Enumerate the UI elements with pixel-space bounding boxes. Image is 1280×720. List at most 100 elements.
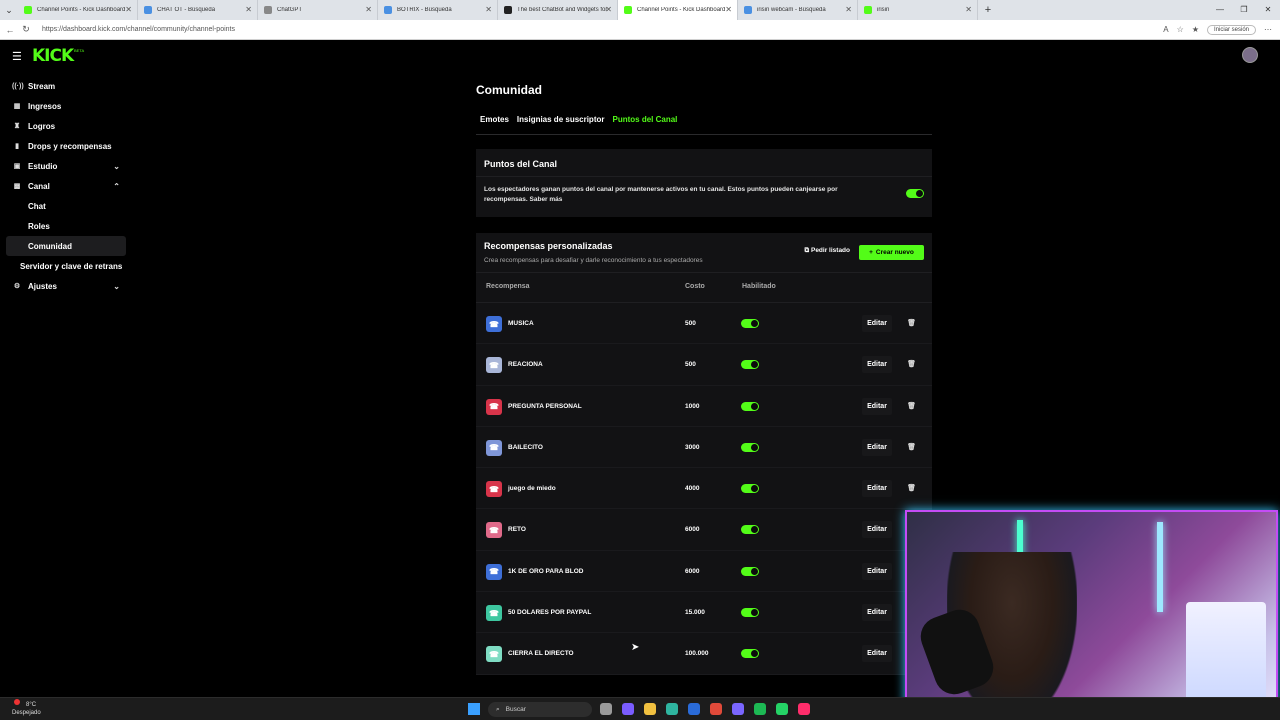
sidebar-item-ingresos[interactable]: ▦ Ingresos bbox=[6, 96, 126, 116]
collections-icon[interactable]: ★ bbox=[1192, 25, 1199, 34]
create-new-button[interactable]: + Crear nuevo bbox=[859, 245, 924, 260]
taskbar-app-icon[interactable] bbox=[776, 703, 788, 715]
taskbar-app-icon[interactable] bbox=[622, 703, 634, 715]
tab-emotes[interactable]: Emotes bbox=[480, 115, 509, 134]
hamburger-menu-icon[interactable]: ☰ bbox=[12, 50, 22, 63]
reward-enabled-toggle[interactable] bbox=[741, 608, 759, 618]
edit-button[interactable]: Editar bbox=[862, 521, 892, 539]
browser-tab[interactable]: CHAT OT - Búsqueda ✕ bbox=[138, 0, 258, 20]
close-tab-icon[interactable]: ✕ bbox=[725, 5, 732, 14]
taskbar-app-icon[interactable] bbox=[798, 703, 810, 715]
windows-start-icon[interactable] bbox=[468, 703, 480, 715]
reward-enabled-toggle[interactable] bbox=[741, 360, 759, 370]
reward-cost: 500 bbox=[685, 361, 696, 369]
refresh-icon[interactable]: ↻ bbox=[20, 24, 32, 35]
reward-name: MUSICA bbox=[508, 320, 534, 327]
taskbar-app-icon[interactable] bbox=[644, 703, 656, 715]
new-tab-button[interactable]: + bbox=[978, 4, 998, 16]
taskbar-app-icon[interactable] bbox=[600, 703, 612, 715]
edit-button[interactable]: Editar bbox=[862, 438, 892, 456]
reward-enabled-toggle[interactable] bbox=[741, 649, 759, 659]
request-list-button[interactable]: ⧉ Pedir listado bbox=[805, 247, 850, 255]
tab-title: irisin bbox=[877, 7, 890, 13]
sidebar-item-estudio[interactable]: ▣ Estudio ⌄ bbox=[6, 156, 126, 176]
channel-points-toggle[interactable] bbox=[906, 189, 924, 198]
url-input[interactable]: https://dashboard.kick.com/channel/commu… bbox=[42, 26, 1163, 33]
trash-icon[interactable]: 🗑 bbox=[907, 319, 916, 327]
custom-rewards-card: Recompensas personalizadas Crea recompen… bbox=[476, 233, 932, 675]
sidebar-item-label: Chat bbox=[28, 201, 46, 211]
edit-button[interactable]: Editar bbox=[862, 604, 892, 622]
tab-puntos-del-canal[interactable]: Puntos del Canal bbox=[612, 115, 677, 134]
tab-insignias-de-suscriptor[interactable]: Insignias de suscriptor bbox=[517, 115, 605, 134]
tab-title: The best ChatBot and Widgets for bbox=[517, 7, 608, 13]
reward-enabled-toggle[interactable] bbox=[741, 566, 759, 576]
close-tab-icon[interactable]: ✕ bbox=[845, 5, 852, 14]
tab-title: irisin webcam - Búsqueda bbox=[757, 7, 826, 13]
sidebar-item-logros[interactable]: ♜ Logros bbox=[6, 116, 126, 136]
reward-enabled-toggle[interactable] bbox=[741, 484, 759, 494]
channel-icon: ▩ bbox=[13, 183, 21, 190]
favorite-icon[interactable]: ☆ bbox=[1177, 25, 1184, 34]
browser-tab[interactable]: The best ChatBot and Widgets for ✕ bbox=[498, 0, 618, 20]
sidebar-item-settings[interactable]: ⚙ Ajustes ⌄ bbox=[6, 276, 126, 296]
minimize-icon[interactable]: — bbox=[1208, 0, 1232, 20]
close-tab-icon[interactable]: ✕ bbox=[245, 5, 252, 14]
close-tab-icon[interactable]: ✕ bbox=[485, 5, 492, 14]
sidebar-item-chat[interactable]: Chat bbox=[6, 196, 126, 216]
edit-button[interactable]: Editar bbox=[862, 356, 892, 374]
sidebar-item-drops[interactable]: ▮ Drops y recompensas bbox=[6, 136, 126, 156]
rewards-subtitle: Crea recompensas para desafiar y darle r… bbox=[484, 257, 703, 264]
signin-button[interactable]: Iniciar sesión bbox=[1206, 24, 1256, 35]
edit-button[interactable]: Editar bbox=[862, 397, 892, 415]
weather-widget[interactable]: 8°C Despejado bbox=[12, 701, 41, 717]
close-window-icon[interactable]: ✕ bbox=[1256, 0, 1280, 20]
browser-tab[interactable]: Channel Points - Kick Dashboard ✕ bbox=[18, 0, 138, 20]
trash-icon[interactable]: 🗑 bbox=[907, 443, 916, 451]
edit-button[interactable]: Editar bbox=[862, 315, 892, 332]
sidebar-item-roles[interactable]: Roles bbox=[6, 216, 126, 236]
sidebar-item-canal[interactable]: ▩ Canal ⌃ bbox=[6, 176, 126, 196]
maximize-icon[interactable]: ❐ bbox=[1232, 0, 1256, 20]
sidebar-item-server-key[interactable]: Servidor y clave de retrans bbox=[6, 256, 126, 276]
close-tab-icon[interactable]: ✕ bbox=[965, 5, 972, 14]
browser-tab[interactable]: Channel Points - Kick Dashboard ✕ bbox=[618, 0, 738, 20]
sidebar-item-comunidad[interactable]: Comunidad bbox=[6, 236, 126, 256]
close-tab-icon[interactable]: ✕ bbox=[605, 5, 612, 14]
sidebar-item-stream[interactable]: ((·)) Stream bbox=[6, 76, 126, 96]
edit-button[interactable]: Editar bbox=[862, 480, 892, 498]
edit-button[interactable]: Editar bbox=[862, 562, 892, 580]
sidebar: ((·)) Stream ▦ Ingresos ♜ Logros ▮ Drops y reco… bbox=[6, 76, 126, 296]
reward-enabled-toggle[interactable] bbox=[741, 442, 759, 452]
taskbar-search[interactable]: ⌕ Buscar bbox=[488, 702, 592, 717]
tab-menu-icon[interactable]: ⌄ bbox=[0, 5, 18, 16]
browser-tab[interactable]: irisin webcam - Búsqueda ✕ bbox=[738, 0, 858, 20]
taskbar-app-icon[interactable] bbox=[754, 703, 766, 715]
tab-favicon-icon bbox=[384, 6, 392, 14]
read-aloud-icon[interactable]: A bbox=[1163, 25, 1168, 34]
trash-icon[interactable]: 🗑 bbox=[907, 484, 916, 492]
browser-tab-strip: ⌄ Channel Points - Kick Dashboard ✕ CHAT O… bbox=[0, 0, 1280, 20]
browser-tab[interactable]: ChatGPT ✕ bbox=[258, 0, 378, 20]
taskbar-app-icon[interactable] bbox=[666, 703, 678, 715]
reward-enabled-toggle[interactable] bbox=[741, 525, 759, 535]
edit-button[interactable]: Editar bbox=[862, 645, 892, 663]
taskbar-app-icon[interactable] bbox=[688, 703, 700, 715]
taskbar-app-icon[interactable] bbox=[710, 703, 722, 715]
reward-enabled-toggle[interactable] bbox=[741, 319, 759, 328]
trash-icon[interactable]: 🗑 bbox=[907, 360, 916, 368]
avatar[interactable] bbox=[1242, 47, 1258, 63]
kick-logo[interactable]: KICK bbox=[32, 46, 74, 66]
browser-tab[interactable]: BOTRIX - Búsqueda ✕ bbox=[378, 0, 498, 20]
reward-enabled-toggle[interactable] bbox=[741, 401, 759, 411]
taskbar-app-icon[interactable] bbox=[732, 703, 744, 715]
trash-icon[interactable]: 🗑 bbox=[907, 402, 916, 410]
close-tab-icon[interactable]: ✕ bbox=[365, 5, 372, 14]
reward-name: juego de miedo bbox=[508, 485, 556, 493]
close-tab-icon[interactable]: ✕ bbox=[125, 5, 132, 14]
chevron-icon: ⌃ bbox=[113, 181, 120, 191]
more-icon[interactable]: ⋯ bbox=[1264, 25, 1272, 34]
channel-points-title: Puntos del Canal bbox=[476, 149, 932, 177]
back-icon[interactable]: ← bbox=[4, 25, 16, 35]
browser-tab[interactable]: irisin ✕ bbox=[858, 0, 978, 20]
